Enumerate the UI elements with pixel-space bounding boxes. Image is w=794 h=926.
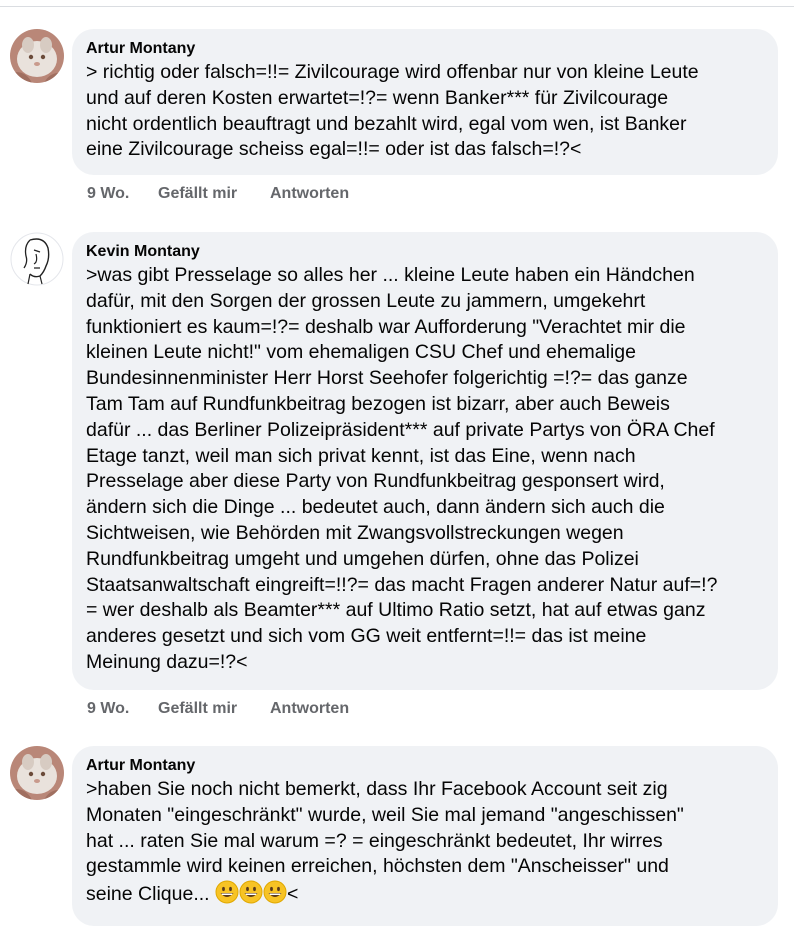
grinning-face-emoji-icon [239, 880, 263, 904]
comment-timestamp[interactable]: 9 Wo. [87, 700, 158, 718]
comment-bubble: Kevin Montany >was gibt Presselage so al… [72, 232, 778, 690]
comment-author[interactable]: Kevin Montany [86, 241, 764, 263]
top-divider [0, 6, 794, 7]
grinning-face-emoji-icon [215, 880, 239, 904]
comment-author[interactable]: Artur Montany [86, 755, 764, 777]
comment-actions: 9 Wo. Gefällt mir Antworten [87, 185, 349, 203]
reply-button[interactable]: Antworten [270, 185, 349, 203]
avatar-cat-icon[interactable] [10, 29, 64, 83]
comment-text-last-line: seine Clique... [86, 883, 215, 906]
avatar-sketch-face-icon[interactable] [10, 232, 64, 286]
like-button[interactable]: Gefällt mir [158, 700, 270, 718]
comment-actions: 9 Wo. Gefällt mir Antworten [87, 700, 349, 718]
comment-author[interactable]: Artur Montany [86, 38, 764, 60]
grinning-face-emoji-icon [263, 880, 287, 904]
comment-timestamp[interactable]: 9 Wo. [87, 185, 158, 203]
comment-text: >haben Sie noch nicht bemerkt, dass Ihr … [86, 777, 764, 908]
comment-text: > richtig oder falsch=!!= Zivilcourage w… [86, 61, 699, 161]
reply-button[interactable]: Antworten [270, 700, 349, 718]
avatar-cat-icon[interactable] [10, 746, 64, 800]
comment-bubble: Artur Montany >haben Sie noch nicht beme… [72, 746, 778, 926]
like-button[interactable]: Gefällt mir [158, 185, 270, 203]
comment-text-suffix: < [287, 883, 299, 906]
comment-text: >was gibt Presselage so alles her ... kl… [86, 264, 718, 673]
comment-text-body: >haben Sie noch nicht bemerkt, dass Ihr … [86, 778, 684, 878]
comment-bubble: Artur Montany > richtig oder falsch=!!= … [72, 29, 778, 175]
